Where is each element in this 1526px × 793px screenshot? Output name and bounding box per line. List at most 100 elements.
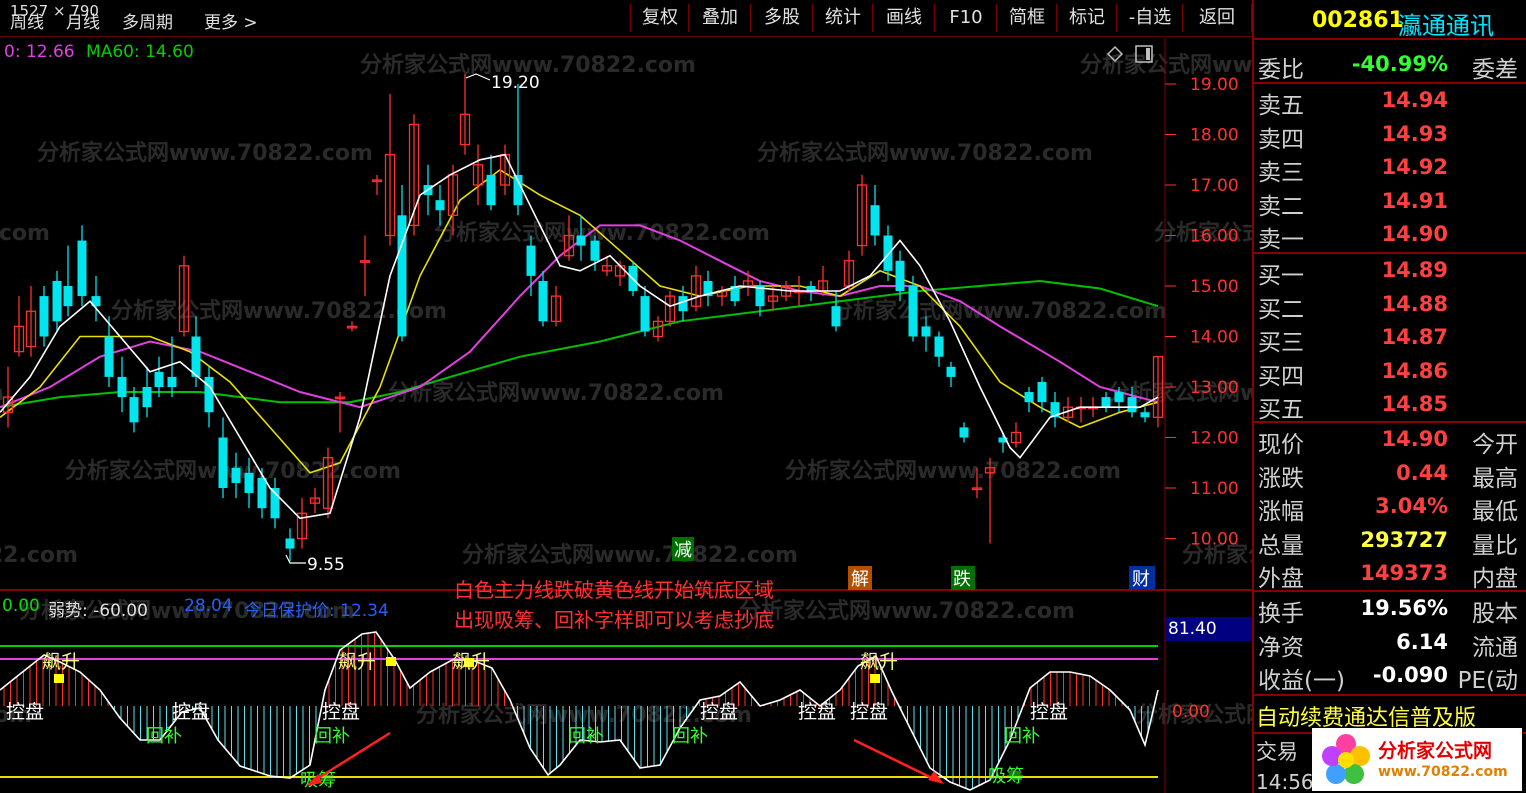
note-line-2: 出现吸筹、回补字样即可以考虑抄底 <box>454 608 774 632</box>
label-huibu-5: 回补 <box>1004 726 1040 747</box>
marker-cai[interactable]: 财 <box>1132 569 1150 590</box>
candle-body <box>1024 392 1034 403</box>
ask-row-0: 卖五 14.94 <box>1256 84 1522 119</box>
candle-body <box>142 387 152 408</box>
bid-label: 买四 <box>1258 363 1304 390</box>
label-kongpan-2: 控盘 <box>172 701 210 723</box>
bid-row-4: 买五 14.85 <box>1256 388 1522 423</box>
webi-row: 委比 -40.99% 委差 <box>1256 48 1522 83</box>
stat2-row-0: 换手 19.56% 股本 <box>1256 592 1522 627</box>
bid-label: 买三 <box>1258 330 1304 357</box>
candle-body <box>526 245 536 276</box>
candle-body <box>486 174 496 206</box>
price-tick-label: 11.00 <box>1190 479 1239 499</box>
webi-label: 委比 <box>1258 57 1304 83</box>
candle-body <box>934 336 944 357</box>
ask-label: 卖三 <box>1258 160 1304 187</box>
stat-label: 总量 <box>1258 532 1304 559</box>
ask-label: 卖二 <box>1258 193 1304 220</box>
watermark-text: 分析家公式网www.70822.com <box>0 220 50 246</box>
stat-tail: 最高 <box>1472 465 1518 492</box>
candle-body <box>218 437 228 488</box>
price-tick-label: 17.00 <box>1190 176 1239 196</box>
label-kongpan-5: 控盘 <box>798 701 836 723</box>
label-huibu-2: 回补 <box>314 726 350 747</box>
price-ticks: 19.00 18.00 17.00 16.00 15.00 14.00 13.00 12.00… <box>1165 75 1239 550</box>
candle-body <box>285 538 295 549</box>
candle-body <box>908 286 918 337</box>
candle-body <box>576 235 586 246</box>
label-kongpan-6: 控盘 <box>850 701 888 723</box>
ind-blue-val: 28.04 <box>184 596 233 616</box>
price-tick-label: 13.00 <box>1190 378 1239 398</box>
candle-body <box>640 296 650 332</box>
trade-label[interactable]: 交易 <box>1256 736 1298 766</box>
ask-value: 14.90 <box>1381 222 1448 247</box>
stat-label: 涨幅 <box>1258 499 1304 526</box>
candle-body <box>870 205 880 236</box>
stat2-label: 换手 <box>1258 601 1304 627</box>
ask-row-3: 卖二 14.91 <box>1256 185 1522 220</box>
ind-square-4 <box>870 674 880 683</box>
marker-jian[interactable]: 减 <box>674 540 692 561</box>
candle-body <box>895 260 905 292</box>
candle-body <box>129 397 139 423</box>
flower-icon <box>1322 734 1370 784</box>
candle-body <box>257 477 267 509</box>
price-tick-label: 15.00 <box>1190 277 1239 297</box>
stat-label: 现价 <box>1258 432 1304 458</box>
label-kongpan-4: 控盘 <box>700 701 738 723</box>
label-kongpan-1: 控盘 <box>6 701 44 723</box>
bid-row-0: 买一 14.89 <box>1256 254 1522 289</box>
candle-body <box>154 371 164 387</box>
logo-text: 分析家公式网 <box>1378 740 1493 762</box>
label-piaosheng-4: 飙升 <box>860 651 898 673</box>
stat2-tail: 流通 <box>1472 634 1518 661</box>
stat-value: 3.04% <box>1375 494 1448 519</box>
ask-row-1: 卖四 14.93 <box>1256 118 1522 153</box>
ask-label: 卖一 <box>1258 227 1304 254</box>
window-icon-bar <box>1146 48 1150 60</box>
candle-body <box>831 306 841 327</box>
stat-tail: 今开 <box>1472 432 1518 458</box>
watermark-text: 分析家公式网www.70822.com <box>434 220 770 246</box>
app-window: 1527 × 790 周线 月线 多周期 更多 > 复权 叠加 多股 统计 画线… <box>0 0 1526 793</box>
price-tick-label: 10.00 <box>1190 530 1239 550</box>
kline-chart[interactable]: 分析家公式网www.70822.com 分析家公式网www.70822.com 分析… <box>0 0 1252 793</box>
price-tick-label: 14.00 <box>1190 328 1239 348</box>
logo-url: www.70822.com <box>1378 764 1508 780</box>
candle-body <box>1140 412 1150 418</box>
stat2-label: 收益(一) <box>1258 668 1345 695</box>
bid-label: 买五 <box>1258 397 1304 424</box>
bid-row-1: 买二 14.88 <box>1256 288 1522 323</box>
ask-row-2: 卖三 14.92 <box>1256 151 1522 186</box>
arrow-2-shaft <box>853 738 937 782</box>
candle-body <box>117 376 127 398</box>
ind-value-0: 0.00 <box>2 596 40 616</box>
stat-value: 14.90 <box>1381 427 1448 451</box>
label-piaosheng-2: 飙升 <box>338 651 376 673</box>
ask-value: 14.92 <box>1381 155 1448 180</box>
stat-tail: 最低 <box>1472 499 1518 526</box>
label-xichou-2: 吸筹 <box>988 766 1024 787</box>
ask-value: 14.91 <box>1381 188 1448 213</box>
ind-axis-zero: 0.00 <box>1172 702 1210 722</box>
candle-body <box>538 280 548 322</box>
watermark-text: 分析家公式网www.70822.com <box>757 140 1093 166</box>
time-label: 14:56 <box>1256 770 1314 793</box>
stat2-tail: PE(动 <box>1457 668 1518 695</box>
label-piaosheng-1: 飙升 <box>42 651 80 673</box>
marker-die[interactable]: 跌 <box>953 569 971 590</box>
stat-row-1: 涨跌 0.44 最高 <box>1256 457 1522 492</box>
stat-value: 149373 <box>1360 561 1448 586</box>
marker-jie[interactable]: 解 <box>851 569 869 590</box>
ind-square-2 <box>386 657 396 666</box>
watermark-text: 分析家公式网www.70822.com <box>462 542 798 568</box>
stat-tail: 内盘 <box>1472 566 1518 593</box>
high-label: 19.20 <box>491 73 540 93</box>
stat-row-4: 外盘 149373 内盘 <box>1256 557 1522 592</box>
bid-label: 买一 <box>1258 263 1304 289</box>
label-huibu-4: 回补 <box>672 726 708 747</box>
watermark-text: 分析家公式网www.70822.com <box>831 298 1167 324</box>
candle-body <box>435 200 445 211</box>
